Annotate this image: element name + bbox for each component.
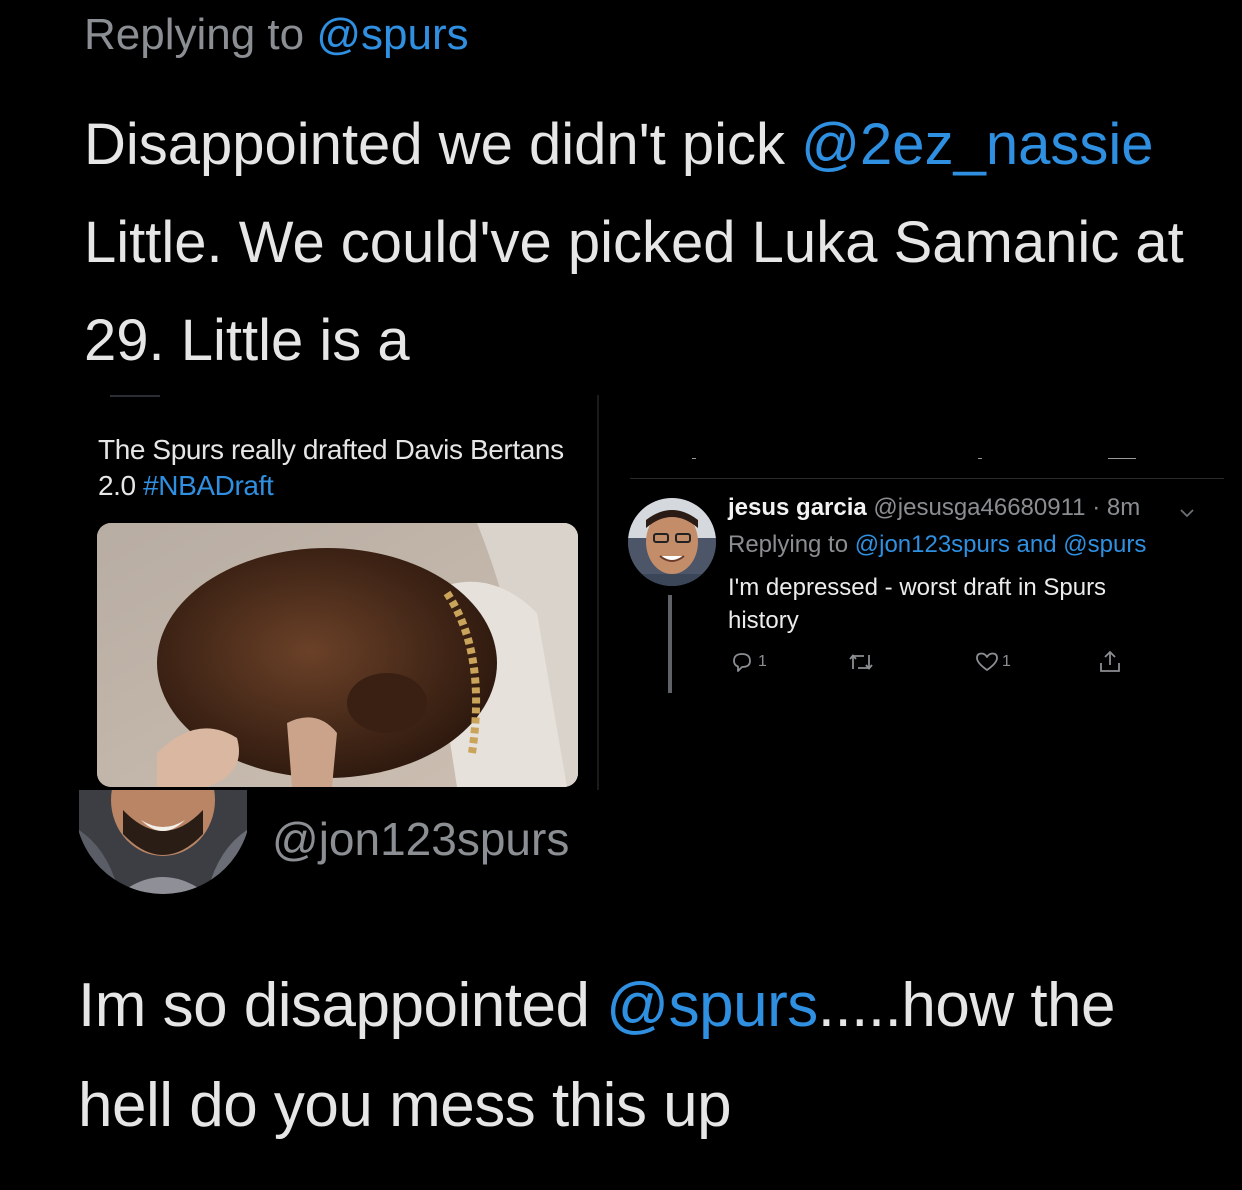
top-tweet-text-start: Disappointed we didn't pick [84, 112, 786, 177]
replying-to-label: Replying to [84, 10, 305, 59]
separator-dash [1108, 458, 1136, 459]
replying-to-line: Replying to @spurs [84, 10, 469, 60]
separator-dash [978, 458, 982, 459]
hashtag-link[interactable]: #NBADraft [143, 470, 274, 501]
user-handle[interactable]: @jon123spurs [272, 812, 569, 866]
chevron-down-icon[interactable] [1178, 504, 1196, 522]
timestamp[interactable]: · 8m [1092, 494, 1140, 521]
replying-to-handle-link[interactable]: @jon123spurs [855, 531, 1010, 558]
display-name[interactable]: jesus garcia [728, 494, 867, 521]
like-count: 1 [1002, 653, 1011, 670]
retweet-icon [849, 654, 873, 670]
avatar-edge [110, 395, 160, 397]
reply-context: Replying to @jon123spurs and @spurs [728, 531, 1146, 559]
tweet-media-image[interactable] [97, 523, 578, 787]
thread-line [668, 595, 672, 693]
share-button[interactable] [1098, 648, 1122, 676]
reply-count: 1 [758, 653, 767, 670]
retweet-button[interactable] [848, 648, 874, 676]
column-divider [597, 395, 599, 790]
avatar-photo [79, 790, 247, 894]
replying-and-text: and [1016, 531, 1057, 558]
separator-dash [692, 458, 696, 459]
reply-header: jesus garcia @jesusga46680911 · 8m [728, 494, 1140, 522]
tweet-separator [630, 478, 1224, 479]
reply-tweet-text: I'm depressed - worst draft in Spurs his… [728, 574, 1107, 634]
like-button[interactable]: 1 [974, 648, 1011, 676]
embedded-tweet-text: The Spurs really drafted Davis Bertans 2… [98, 432, 578, 504]
replying-to-handle-link[interactable]: @spurs [316, 10, 468, 59]
photo-image [97, 523, 578, 787]
replying-to-handle-link[interactable]: @spurs [1063, 531, 1146, 558]
mention-link[interactable]: @spurs [606, 971, 818, 1040]
replying-to-label: Replying to [728, 531, 849, 558]
avatar-photo [628, 498, 716, 586]
avatar[interactable] [628, 498, 716, 586]
mention-link[interactable]: @2ez_nassie [801, 112, 1153, 177]
bottom-tweet-text-start: Im so disappointed [78, 971, 590, 1040]
reply-icon [733, 653, 751, 672]
user-handle[interactable]: @jesusga46680911 [873, 494, 1085, 521]
reply-button[interactable]: 1 [730, 648, 767, 676]
bottom-tweet-text: Im so disappointed @spurs.....how the he… [78, 956, 1218, 1156]
like-icon [976, 652, 998, 671]
top-tweet-text: Disappointed we didn't pick @2ez_nassie … [84, 96, 1204, 390]
top-tweet-text-end: Little. We could've picked Luka Samanic … [84, 210, 1184, 373]
share-icon [1100, 650, 1120, 672]
avatar[interactable] [79, 790, 247, 894]
